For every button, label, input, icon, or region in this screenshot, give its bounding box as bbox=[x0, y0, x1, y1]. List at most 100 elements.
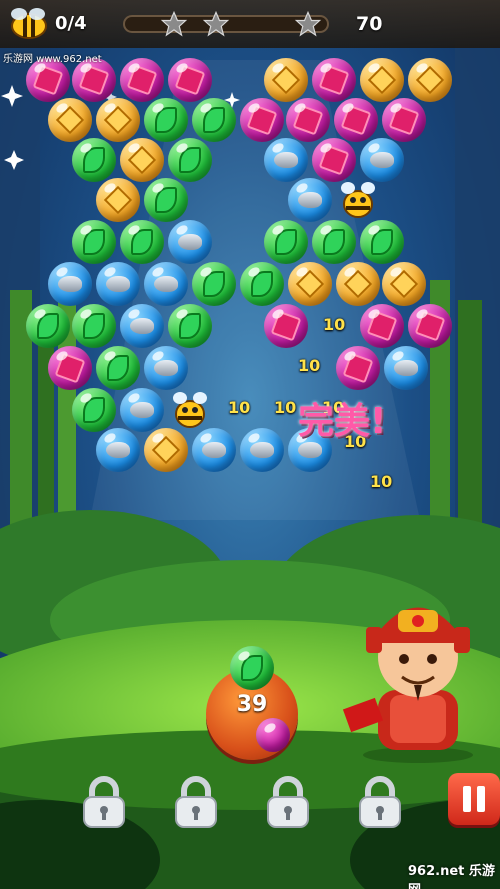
magenta-bubble bbox=[168, 58, 212, 102]
green-bubble bbox=[72, 220, 116, 264]
magenta-bubble bbox=[336, 346, 380, 390]
gem-icon bbox=[126, 64, 158, 96]
green-bubble bbox=[96, 346, 140, 390]
game-stage: 10 10 10 10 10 10 10 完美! 0/4 70 乐游网 www.962.ne… bbox=[0, 0, 500, 889]
rock-icon bbox=[298, 442, 322, 458]
leaf-icon bbox=[83, 229, 105, 255]
gold-bubble bbox=[288, 262, 332, 306]
green-bubble bbox=[240, 262, 284, 306]
gem-icon bbox=[318, 64, 350, 96]
blue-bubble bbox=[360, 138, 404, 182]
star-icon bbox=[294, 10, 322, 37]
leaf-icon bbox=[131, 229, 153, 255]
green-bubble bbox=[192, 262, 236, 306]
bee-target[interactable] bbox=[170, 390, 210, 430]
star-icon bbox=[202, 10, 230, 37]
next-bubble[interactable] bbox=[256, 718, 290, 752]
leaf-icon bbox=[83, 313, 105, 339]
gem-icon bbox=[366, 310, 398, 342]
watermark-top: 乐游网 www.962.net bbox=[3, 54, 102, 65]
locked-booster-slot[interactable] bbox=[80, 775, 128, 831]
coin-icon bbox=[367, 65, 397, 95]
star-icon bbox=[160, 10, 188, 37]
rock-icon bbox=[250, 442, 274, 458]
points-popup: 10 bbox=[323, 315, 346, 334]
magenta-bubble bbox=[334, 98, 378, 142]
rock-icon bbox=[130, 402, 154, 418]
coin-icon bbox=[127, 145, 157, 175]
leaf-icon bbox=[275, 229, 297, 255]
green-bubble bbox=[120, 220, 164, 264]
leaf-icon bbox=[323, 229, 345, 255]
magenta-bubble bbox=[48, 346, 92, 390]
leaf-icon bbox=[179, 147, 201, 173]
bee-icon bbox=[341, 182, 375, 218]
blue-bubble bbox=[144, 262, 188, 306]
gem-icon bbox=[414, 310, 446, 342]
green-bubble bbox=[168, 138, 212, 182]
locked-booster-slot[interactable] bbox=[172, 775, 220, 831]
magenta-bubble bbox=[120, 58, 164, 102]
fortune-god-character bbox=[342, 607, 473, 763]
rock-icon bbox=[154, 276, 178, 292]
locked-booster-slot[interactable] bbox=[356, 775, 404, 831]
blue-bubble bbox=[120, 304, 164, 348]
green-bubble bbox=[72, 138, 116, 182]
blue-bubble bbox=[120, 388, 164, 432]
gem-icon bbox=[246, 104, 278, 136]
gem-icon bbox=[388, 104, 420, 136]
pause-button[interactable] bbox=[448, 773, 500, 825]
green-bubble bbox=[72, 304, 116, 348]
watermark-bottom: 962.net 乐游网 bbox=[408, 864, 495, 889]
gem-icon bbox=[32, 64, 64, 96]
blue-bubble bbox=[48, 262, 92, 306]
leaf-icon bbox=[107, 355, 129, 381]
gold-bubble bbox=[144, 428, 188, 472]
gold-bubble bbox=[382, 262, 426, 306]
green-bubble bbox=[72, 388, 116, 432]
coin-icon bbox=[415, 65, 445, 95]
leaf-icon bbox=[37, 313, 59, 339]
remaining-shots: 39 bbox=[236, 692, 268, 717]
gem-icon bbox=[292, 104, 324, 136]
green-bubble bbox=[144, 178, 188, 222]
rock-icon bbox=[298, 192, 322, 208]
rock-icon bbox=[154, 360, 178, 376]
blue-bubble bbox=[288, 178, 332, 222]
padlock-icon bbox=[83, 776, 125, 828]
loaded-bubble[interactable] bbox=[230, 646, 274, 690]
bee-icon bbox=[173, 392, 207, 428]
gem-icon bbox=[174, 64, 206, 96]
magenta-bubble bbox=[264, 304, 308, 348]
rock-icon bbox=[106, 276, 130, 292]
praise-text: 完美! bbox=[298, 401, 387, 442]
green-bubble bbox=[192, 98, 236, 142]
pause-icon bbox=[463, 786, 485, 812]
leaf-icon bbox=[179, 313, 201, 339]
green-bubble bbox=[168, 304, 212, 348]
magenta-bubble bbox=[360, 304, 404, 348]
rock-icon bbox=[130, 318, 154, 334]
gem-icon bbox=[340, 104, 372, 136]
gold-bubble bbox=[48, 98, 92, 142]
gold-bubble bbox=[120, 138, 164, 182]
magenta-bubble bbox=[286, 98, 330, 142]
gold-bubble bbox=[360, 58, 404, 102]
locked-booster-slot[interactable] bbox=[264, 775, 312, 831]
gold-bubble bbox=[264, 58, 308, 102]
blue-bubble bbox=[264, 138, 308, 182]
blue-bubble bbox=[168, 220, 212, 264]
blue-bubble bbox=[192, 428, 236, 472]
rock-icon bbox=[394, 360, 418, 376]
leaf-icon bbox=[203, 271, 225, 297]
bee-icon bbox=[11, 8, 47, 39]
bee-target[interactable] bbox=[338, 180, 378, 220]
coin-icon bbox=[103, 105, 133, 135]
coin-icon bbox=[151, 435, 181, 465]
coin-icon bbox=[271, 65, 301, 95]
bee-counter: 0/4 bbox=[55, 13, 87, 34]
rock-icon bbox=[202, 442, 226, 458]
blue-bubble bbox=[96, 428, 140, 472]
gold-bubble bbox=[96, 98, 140, 142]
gem-icon bbox=[318, 144, 350, 176]
